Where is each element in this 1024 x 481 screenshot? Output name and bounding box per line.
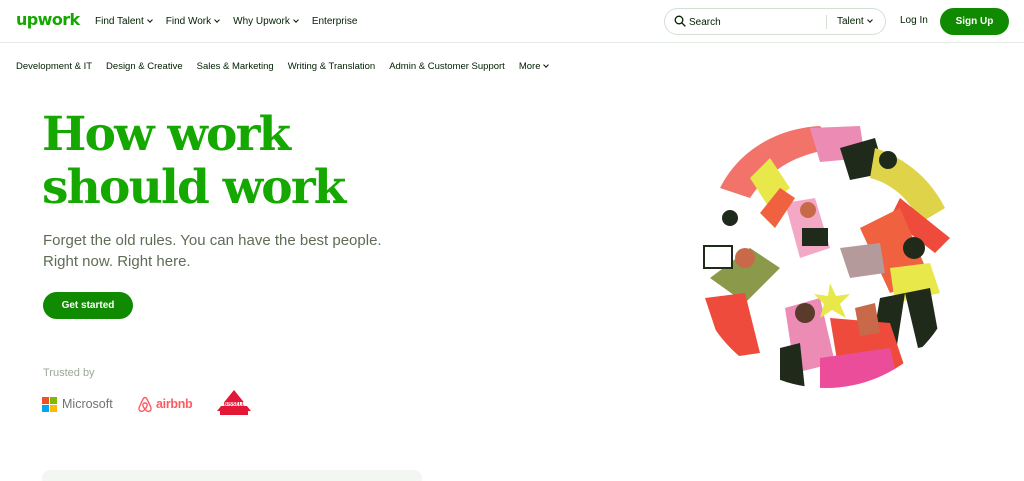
chevron-down-icon	[292, 17, 299, 23]
hero-title-line2: should work	[42, 160, 346, 215]
top-header: upwork Find Talent Find Work Why Upwork …	[0, 0, 1024, 43]
search-bar: Talent	[664, 8, 886, 35]
nav-find-talent-label: Find Talent	[95, 16, 144, 27]
signup-button[interactable]: Sign Up	[940, 8, 1009, 35]
nav-enterprise[interactable]: Enterprise	[312, 16, 358, 27]
airbnb-icon	[138, 396, 152, 412]
category-writing-translation[interactable]: Writing & Translation	[288, 61, 375, 72]
nav-why-upwork-label: Why Upwork	[233, 16, 290, 27]
hero-title-line1: How work	[42, 107, 291, 162]
hero-subtitle: Forget the old rules. You can have the b…	[43, 230, 403, 272]
hero-subtitle-line2: Right now. Right here.	[43, 253, 191, 270]
category-sales-marketing[interactable]: Sales & Marketing	[197, 61, 274, 72]
category-development-it[interactable]: Development & IT	[16, 61, 92, 72]
upwork-logo[interactable]: upwork	[16, 10, 80, 29]
search-scope-dropdown[interactable]: Talent	[837, 9, 873, 34]
chevron-down-icon	[214, 17, 220, 23]
search-divider	[826, 15, 827, 29]
content-card	[42, 470, 422, 481]
chevron-down-icon	[866, 17, 873, 23]
bissell-icon: BISSELL	[217, 390, 251, 415]
airbnb-logo-text: airbnb	[156, 397, 193, 411]
login-link[interactable]: Log In	[900, 15, 928, 26]
get-started-button[interactable]: Get started	[43, 292, 133, 319]
nav-find-talent[interactable]: Find Talent	[95, 16, 153, 27]
category-more[interactable]: More	[518, 60, 550, 72]
microsoft-icon	[42, 396, 57, 412]
chevron-down-icon	[543, 61, 550, 68]
bissell-logo: BISSELL	[214, 389, 254, 417]
search-input[interactable]	[689, 14, 819, 30]
microsoft-logo: Microsoft	[42, 393, 113, 415]
category-nav: Development & IT Design & Creative Sales…	[16, 59, 562, 73]
hero-title: How work should work	[42, 108, 402, 214]
search-icon	[674, 15, 686, 27]
search-scope-label: Talent	[837, 16, 864, 27]
hero-subtitle-line1: Forget the old rules. You can have the b…	[43, 232, 382, 249]
microsoft-logo-text: Microsoft	[62, 397, 113, 411]
airbnb-logo: airbnb	[137, 393, 193, 415]
nav-why-upwork[interactable]: Why Upwork	[233, 16, 299, 27]
main-nav: Find Talent Find Work Why Upwork Enterpr…	[95, 0, 371, 43]
nav-find-work-label: Find Work	[165, 16, 212, 27]
chevron-down-icon	[146, 17, 153, 23]
category-design-creative[interactable]: Design & Creative	[106, 61, 183, 72]
category-admin-support[interactable]: Admin & Customer Support	[389, 61, 505, 72]
people-collaborating-illustration	[692, 120, 960, 388]
category-more-label: More	[518, 60, 541, 72]
bissell-logo-text: BISSELL	[224, 402, 245, 408]
trusted-by-label: Trusted by	[43, 367, 95, 379]
nav-find-work[interactable]: Find Work	[165, 16, 220, 27]
nav-enterprise-label: Enterprise	[311, 16, 358, 27]
